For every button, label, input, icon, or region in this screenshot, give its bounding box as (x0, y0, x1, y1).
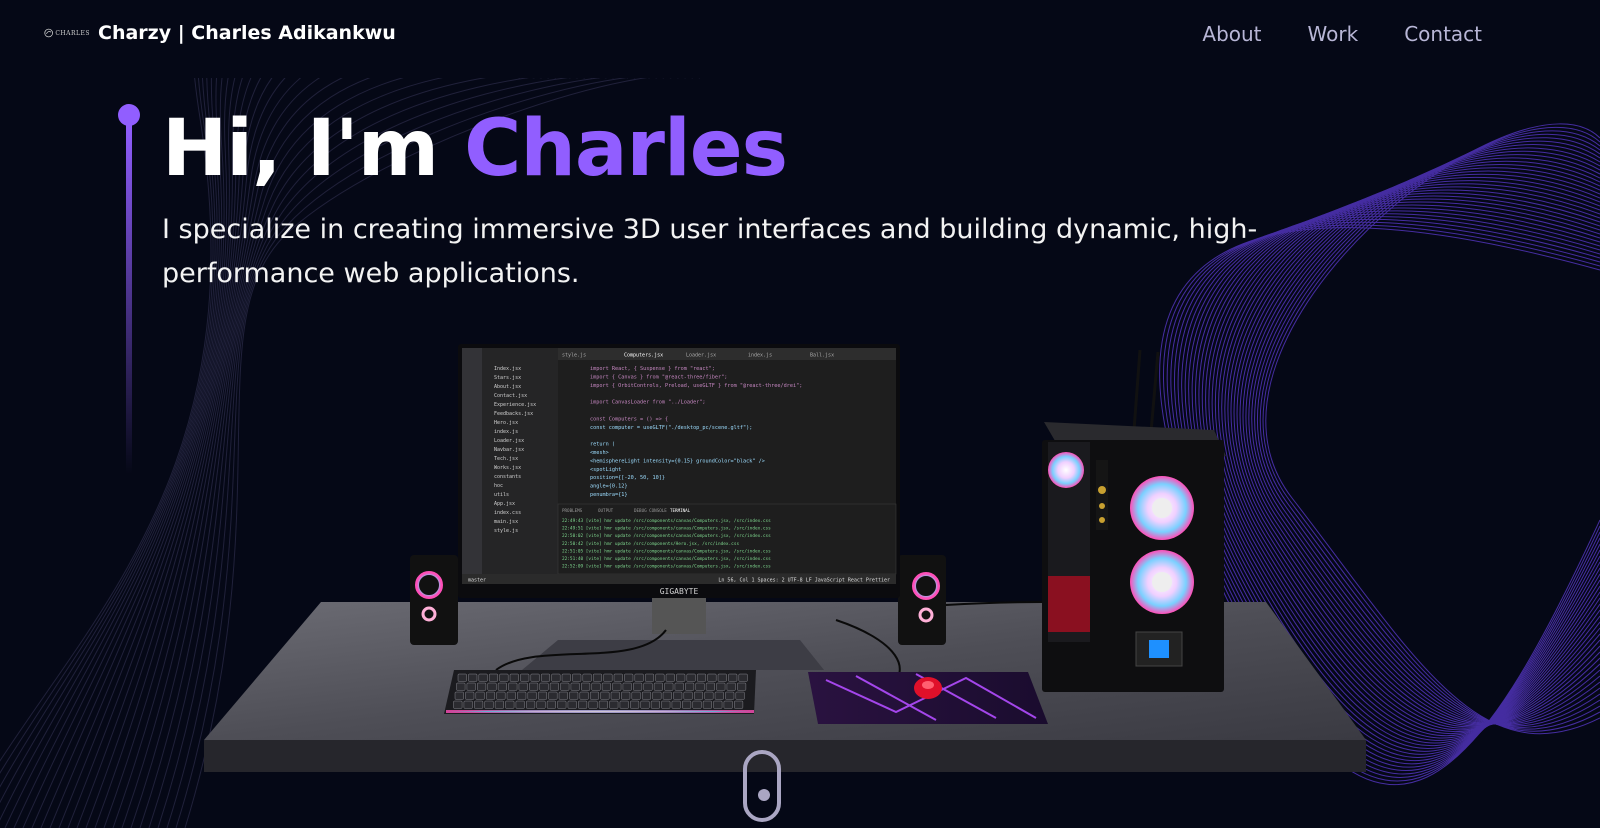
terminal-line: 22:49:43 [vite] hmr update /src/componen… (562, 518, 771, 524)
explorer-item: Index.jsx (494, 366, 521, 372)
computer-3d-canvas[interactable]: GIGABYTE Index.jsx Stars.jsx About.jsx Cont… (196, 340, 1376, 780)
terminal-line: 22:50:42 [vite] hmr update /src/componen… (562, 541, 739, 547)
code-line: import CanvasLoader from "../Loader"; (590, 400, 706, 406)
terminal-tab: TERMINAL (670, 508, 691, 513)
terminal-tab: OUTPUT (598, 508, 614, 513)
hero-greeting: Hi, I'm (162, 104, 465, 194)
logo-text: CHARLES (55, 29, 90, 37)
pc-tower (1042, 349, 1226, 692)
nav-link-contact[interactable]: Contact (1404, 22, 1482, 46)
status-right: Ln 56, Col 1 Spaces: 2 UTF-8 LF JavaScri… (718, 578, 890, 584)
explorer-item: Hero.jsx (494, 420, 518, 426)
brand-name: Charzy (98, 22, 172, 44)
explorer-item: Works.jsx (494, 465, 521, 471)
brand-home-link[interactable]: CHARLES Charzy | Charles Adikankwu (44, 22, 396, 44)
accent-gradient-line (126, 124, 132, 474)
editor-tab: style.js (562, 353, 586, 359)
speaker-left (410, 555, 458, 645)
code-line: <spotLight (590, 467, 621, 473)
explorer-item: App.jsx (494, 501, 515, 507)
nav-link-about[interactable]: About (1202, 22, 1261, 46)
editor-tab: Computers.jsx (624, 353, 663, 359)
editor-tab: Ball.jsx (810, 353, 834, 359)
scroll-dot (758, 789, 770, 801)
hero-name: Charles (464, 104, 788, 194)
code-line: import { Canvas } from "@react-three/fib… (590, 374, 727, 380)
accent-dot (118, 104, 140, 126)
code-line: <hemisphereLight intensity={0.15} ground… (590, 458, 765, 464)
nav-link-work[interactable]: Work (1308, 22, 1359, 46)
speaker-right (898, 555, 946, 645)
hero-heading: Hi, I'm Charles (162, 104, 788, 194)
explorer-item: Tech.jsx (494, 456, 518, 462)
code-line: import React, { Suspense } from "react"; (590, 366, 715, 372)
brand-owner: | Charles Adikankwu (177, 22, 396, 44)
status-left: master (468, 578, 486, 584)
code-line: <mesh> (590, 450, 609, 456)
keyboard (444, 670, 756, 714)
explorer-item: Loader.jsx (494, 438, 524, 444)
terminal-line: 22:51:05 [vite] hmr update /src/componen… (562, 548, 771, 554)
code-line: angle={0.12} (590, 484, 627, 490)
editor-tab: Loader.jsx (686, 353, 716, 359)
code-line: const Computers = () => { (590, 416, 668, 422)
explorer-item: style.js (494, 528, 518, 534)
terminal-line: 22:51:40 [vite] hmr update /src/componen… (562, 556, 771, 562)
explorer-item: index.js (494, 429, 518, 435)
code-line: return ( (590, 442, 615, 448)
charles-logo-icon: CHARLES (44, 24, 90, 42)
explorer-item: Stars.jsx (494, 375, 521, 381)
terminal-line: 22:52:09 [vite] hmr update /src/componen… (562, 564, 771, 570)
terminal-tab: DEBUG CONSOLE (634, 508, 667, 513)
explorer-item: Feedbacks.jsx (494, 411, 533, 417)
code-line: position={[-20, 50, 10]} (590, 475, 665, 481)
explorer-item: Contact.jsx (494, 393, 527, 399)
explorer-item: constants (494, 474, 521, 480)
explorer-item: Navbar.jsx (494, 447, 524, 453)
explorer-item: utils (494, 492, 509, 498)
editor-tab: index.js (748, 353, 772, 359)
hero-subtitle: I specialize in creating immersive 3D us… (162, 214, 1258, 289)
explorer-item: About.jsx (494, 384, 521, 390)
top-navbar: CHARLES Charzy | Charles Adikankwu About… (0, 0, 1600, 72)
explorer-item: index.css (494, 510, 521, 516)
brand-title: Charzy | Charles Adikankwu (98, 22, 396, 44)
nav-links: About Work Contact (1202, 22, 1482, 46)
code-line: const computer = useGLTF("./desktop_pc/s… (590, 425, 752, 431)
terminal-line: 22:49:51 [vite] hmr update /src/componen… (562, 526, 771, 532)
terminal-tab: PROBLEMS (562, 508, 583, 513)
monitor: GIGABYTE Index.jsx Stars.jsx About.jsx Cont… (458, 344, 900, 598)
explorer-item: hoc (494, 483, 503, 489)
monitor-brand: GIGABYTE (660, 587, 699, 596)
scroll-indicator-icon[interactable] (743, 750, 781, 822)
code-line: import { OrbitControls, Preload, useGLTF… (590, 383, 802, 389)
explorer-item: Experience.jsx (494, 402, 536, 408)
code-line: penumbra={1} (590, 492, 627, 498)
hero-accent-line (118, 104, 142, 484)
terminal-line: 22:50:02 [vite] hmr update /src/componen… (562, 533, 771, 539)
explorer-item: main.jsx (494, 519, 518, 525)
mouse (914, 677, 942, 699)
